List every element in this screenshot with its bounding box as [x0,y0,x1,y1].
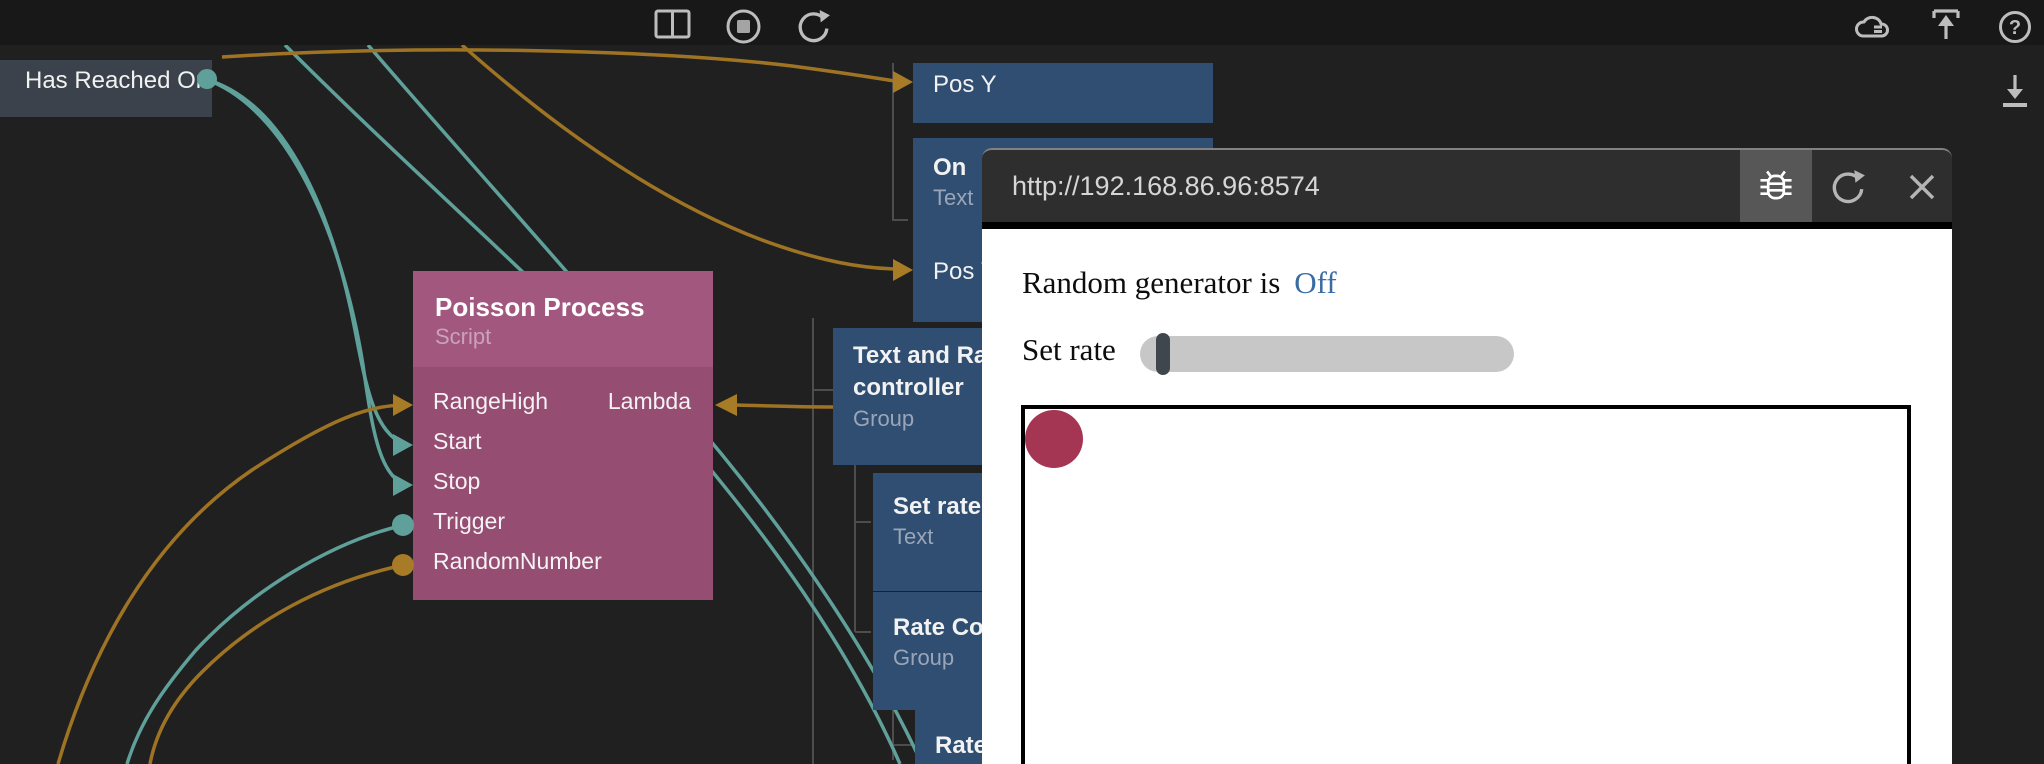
port-label-lambda: Lambda [608,386,691,416]
stop-button[interactable] [725,8,762,50]
node-has-reached-on[interactable]: Has Reached On [0,60,212,117]
preview-url-bar[interactable]: http://192.168.86.96:8574 [982,148,1952,224]
port-label-stop: Stop [433,466,480,496]
simulation-circle [1025,410,1083,468]
close-icon [1906,171,1938,203]
node-title: Has Reached On [0,65,212,97]
reload-icon [795,8,832,45]
download-button[interactable] [1998,72,2032,119]
node-header: Poisson Process Script [413,271,713,367]
rate-label: Set rate [1022,332,1116,368]
status-prefix: Random generator is [1022,265,1280,300]
debug-button[interactable] [1740,150,1812,224]
app-window: Has Reached On Pos Y On Text Pos Y Poiss… [0,0,2044,764]
node-pos-y-1[interactable]: Pos Y [913,63,1213,123]
preview-close-button[interactable] [1898,150,1946,224]
url-text[interactable]: http://192.168.86.96:8574 [1012,150,1320,222]
preview-content-frame: Random generator is Off Set rate [982,222,1952,764]
cloud-sync-button[interactable] [1851,10,1899,51]
share-upload-icon [1928,7,1964,44]
help-button[interactable]: ? [1998,10,2032,49]
rate-slider[interactable] [1140,336,1514,372]
node-body: RangeHigh Start Stop Trigger RandomNumbe… [413,367,713,600]
port-label-start: Start [433,426,482,456]
top-toolbar: ? [0,0,2044,45]
preview-refresh-button[interactable] [1824,150,1872,224]
port-label-rangehigh: RangeHigh [433,386,548,416]
split-view-button[interactable] [654,9,691,44]
rate-slider-thumb[interactable] [1156,333,1170,375]
download-icon [1998,72,2032,114]
share-upload-button[interactable] [1928,7,1964,49]
status-value: Off [1294,265,1336,300]
reload-button[interactable] [795,8,832,50]
node-title: Pos Y [913,69,1213,101]
node-title: Poisson Process [435,291,713,323]
port-label-randomnumber: RandomNumber [433,546,602,576]
refresh-icon [1829,168,1867,206]
preview-page: Random generator is Off Set rate [982,229,1952,764]
node-poisson-process[interactable]: Poisson Process Script RangeHigh Start S… [413,271,713,600]
stop-icon [725,8,762,45]
simulation-box [1021,405,1911,764]
node-subtitle: Script [435,323,713,351]
svg-text:?: ? [2009,17,2021,39]
split-view-icon [654,9,691,39]
bug-icon [1756,167,1796,207]
cloud-sync-icon [1851,10,1899,46]
port-label-trigger: Trigger [433,506,505,536]
status-line: Random generator is Off [1022,265,1337,301]
preview-window: http://192.168.86.96:8574 [982,148,1952,764]
help-icon: ? [1998,10,2032,44]
